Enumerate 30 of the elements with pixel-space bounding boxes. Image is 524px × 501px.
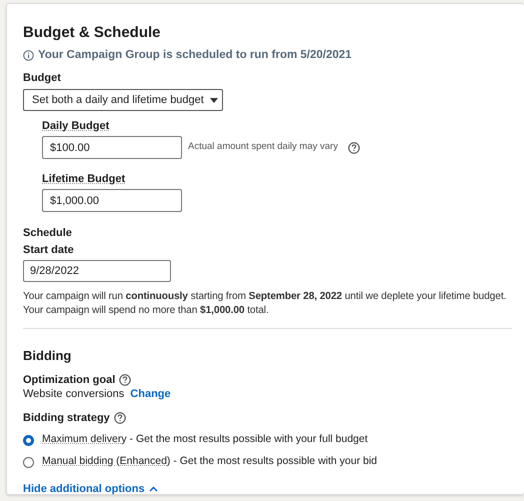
help-icon[interactable] <box>348 142 360 154</box>
help-icon[interactable] <box>114 412 126 424</box>
field-label: Budget <box>23 71 62 85</box>
change-link[interactable]: Change <box>130 387 171 401</box>
help-icon[interactable] <box>119 374 132 386</box>
option-label: Manual bidding (Enhanced) - Get the most results possible with your bid <box>42 454 378 470</box>
start-date-input[interactable]: 9/28/2022 <box>23 260 171 282</box>
radio-button[interactable] <box>23 456 34 468</box>
section-title: Bidding <box>23 348 72 364</box>
summary-text: Your campaign will run continuously starting from September 28, 2022 until we deplete your lifetime budget. <box>23 290 508 304</box>
budget-dropdown[interactable]: Set both a daily and lifetime budget <box>23 89 223 111</box>
hide-options-link[interactable]: Hide additional options <box>23 481 158 498</box>
summary-text: Your campaign will spend no more than $1,000.00 total. <box>23 304 270 318</box>
field-label: Start date <box>23 243 75 257</box>
section-title: Budget & Schedule <box>23 23 162 43</box>
schedule-notice: Your Campaign Group is scheduled to run from 5/20/2021 <box>38 48 352 63</box>
hint-text: Actual amount spent daily may vary <box>188 140 338 154</box>
field-label: Optimization goal <box>23 373 116 387</box>
field-label: Daily Budget <box>42 119 110 133</box>
goal-value: Website conversions <box>23 387 124 401</box>
field-label: Lifetime Budget <box>42 172 126 186</box>
daily-budget-input[interactable]: $100.00 <box>42 136 182 159</box>
option-label: Maximum delivery - Get the most results possible with your full budget <box>42 432 368 448</box>
info-icon <box>23 50 34 60</box>
radio-button[interactable] <box>23 434 34 446</box>
chevron-up-icon <box>148 486 158 492</box>
caret-icon <box>210 98 218 102</box>
field-label: Schedule <box>23 226 73 240</box>
lifetime-budget-input[interactable]: $1,000.00 <box>42 189 182 212</box>
field-label: Bidding strategy <box>23 411 110 425</box>
